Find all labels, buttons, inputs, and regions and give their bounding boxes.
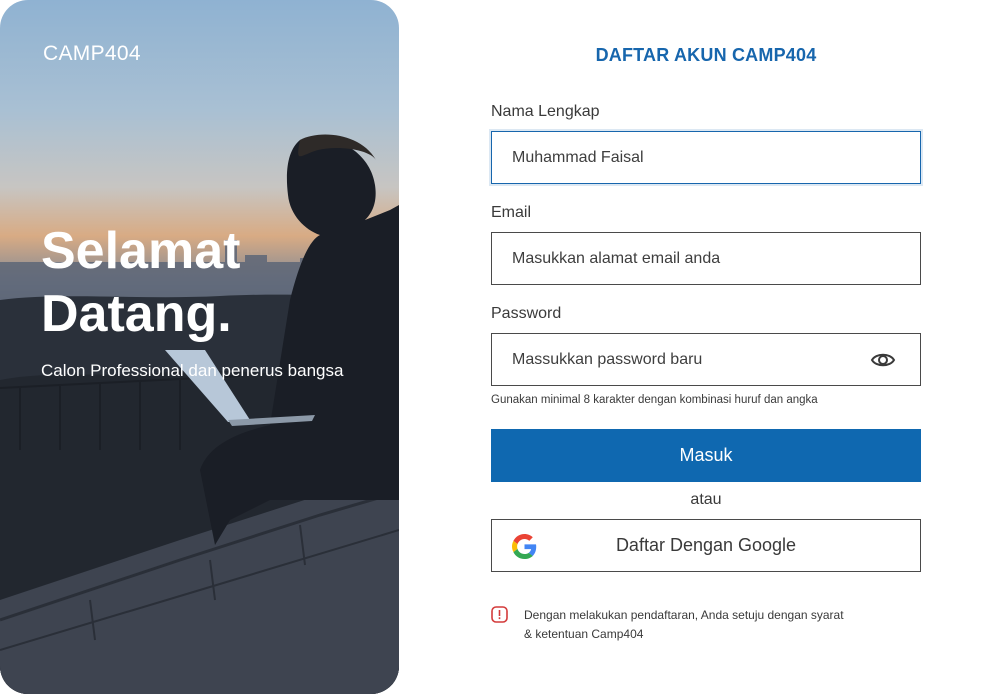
- email-input[interactable]: Masukkan alamat email anda: [491, 232, 921, 285]
- google-logo-icon: [512, 534, 537, 559]
- full-name-input[interactable]: Muhammad Faisal: [491, 131, 921, 184]
- welcome-heading: Selamat Datang.: [41, 222, 241, 343]
- google-button-label: Daftar Dengan Google: [615, 535, 797, 555]
- email-placeholder: Masukkan alamat email anda: [512, 249, 721, 267]
- or-divider-text: atau: [690, 491, 722, 508]
- name-label: Nama Lengkap: [491, 103, 600, 120]
- form-title: DAFTAR AKUN CAMP404: [595, 45, 817, 65]
- password-label: Password: [491, 305, 562, 322]
- full-name-value: Muhammad Faisal: [512, 148, 644, 166]
- email-label: Email: [491, 204, 532, 221]
- submit-button[interactable]: Masuk: [491, 429, 921, 482]
- password-hint: Gunakan minimal 8 karakter dengan kombin…: [491, 394, 818, 406]
- password-input[interactable]: Massukkan password baru: [491, 333, 921, 386]
- eye-icon[interactable]: [870, 348, 896, 372]
- hero-tagline: Calon Professional dan penerus bangsa: [41, 361, 344, 380]
- google-signup-button[interactable]: Daftar Dengan Google: [491, 519, 921, 572]
- terms-notice: Dengan melakukan pendaftaran, Anda setuj…: [524, 606, 864, 644]
- password-placeholder: Massukkan password baru: [512, 350, 703, 368]
- info-icon: [491, 606, 508, 623]
- terms-notice-line-2: & ketentuan Camp404: [524, 627, 644, 641]
- brand-logo: CAMP404: [43, 42, 141, 65]
- hero-background-image: [0, 134, 399, 694]
- terms-notice-line-1: Dengan melakukan pendaftaran, Anda setuj…: [524, 608, 844, 622]
- hero-panel: CAMP404 Selamat Datang. Calon Profession…: [0, 0, 399, 694]
